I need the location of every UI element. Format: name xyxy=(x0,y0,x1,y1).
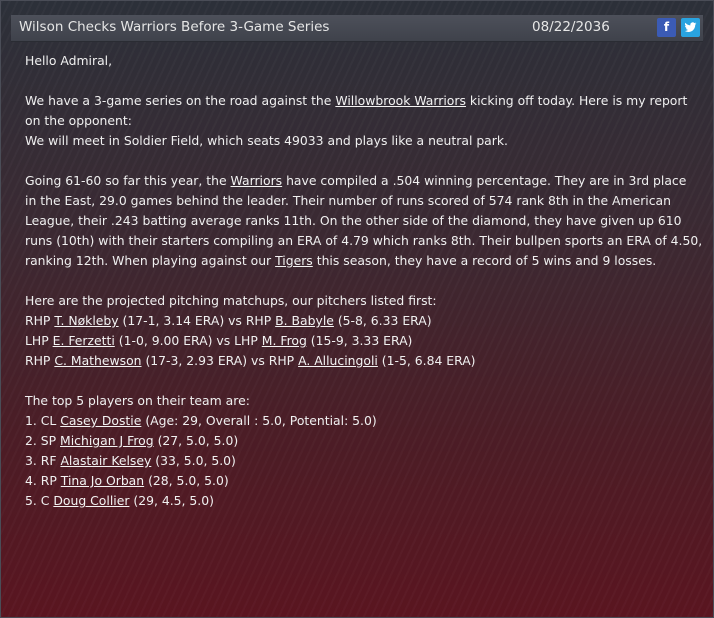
news-article-panel: Wilson Checks Warriors Before 3-Game Ser… xyxy=(0,0,714,618)
list-item: 2. SP Michigan J Frog (27, 5.0, 5.0) xyxy=(25,431,695,451)
player-link[interactable]: Tina Jo Orban xyxy=(61,473,144,488)
player-position: 4. RP xyxy=(25,473,61,488)
list-item: 5. C Doug Collier (29, 4.5, 5.0) xyxy=(25,491,695,511)
article-title: Wilson Checks Warriors Before 3-Game Ser… xyxy=(19,19,330,35)
venue-line: We will meet in Soldier Field, which sea… xyxy=(25,133,508,148)
list-item: 1. CL Casey Dostie (Age: 29, Overall : 5… xyxy=(25,411,695,431)
our-pitcher-link[interactable]: E. Ferzetti xyxy=(53,333,115,348)
player-link[interactable]: Doug Collier xyxy=(53,493,129,508)
pitcher-hand: LHP xyxy=(25,333,53,348)
twitter-bird-glyph xyxy=(684,22,697,32)
record-text-after: have compiled a .504 winning percentage.… xyxy=(282,173,687,188)
player-position: 2. SP xyxy=(25,433,61,448)
pitcher-hand: RHP xyxy=(25,313,55,328)
matchups-header: Here are the projected pitching matchups… xyxy=(25,293,437,308)
list-item: 3. RF Alastair Kelsey (33, 5.0, 5.0) xyxy=(25,451,695,471)
record-line-1: Going 61-60 so far this year, the Warrio… xyxy=(25,171,695,191)
player-position: 5. C xyxy=(25,493,54,508)
record-line-4: runs (10th) with their starters compilin… xyxy=(25,233,703,248)
intro-text: We have a 3-game series on the road agai… xyxy=(25,93,336,108)
record-line-2: in the East, 29.0 games behind the leade… xyxy=(25,193,672,208)
record-text: Going 61-60 so far this year, the xyxy=(25,173,231,188)
facebook-icon[interactable]: f xyxy=(657,18,676,37)
record-text: ranking 12th. When playing against our xyxy=(25,253,276,268)
opponent-pitcher-link[interactable]: M. Frog xyxy=(262,333,307,348)
our-pitcher-link[interactable]: C. Mathewson xyxy=(54,353,141,368)
player-link[interactable]: Alastair Kelsey xyxy=(60,453,151,468)
player-details: (28, 5.0, 5.0) xyxy=(144,473,229,488)
pitcher-stats: (1-5, 6.84 ERA) xyxy=(377,353,476,368)
pitcher-hand: RHP xyxy=(25,353,55,368)
article-body: Hello Admiral, We have a 3-game series o… xyxy=(25,51,703,511)
opponent-team-link[interactable]: Willowbrook Warriors xyxy=(335,93,466,108)
tigers-link[interactable]: Tigers xyxy=(275,253,313,268)
article-header: Wilson Checks Warriors Before 3-Game Ser… xyxy=(11,15,703,42)
player-position: 1. CL xyxy=(25,413,61,428)
matchup-row: RHP C. Mathewson (17-3, 2.93 ERA) vs RHP… xyxy=(25,351,695,371)
twitter-icon[interactable] xyxy=(681,18,700,37)
player-details: (29, 4.5, 5.0) xyxy=(129,493,214,508)
pitcher-stats: (5-8, 6.33 ERA) xyxy=(333,313,432,328)
record-line-3: League, their .243 batting average ranks… xyxy=(25,213,682,228)
matchup-row: RHP T. Nøkleby (17-1, 3.14 ERA) vs RHP B… xyxy=(25,311,695,331)
intro-line-2: on the opponent: xyxy=(25,113,132,128)
opponent-pitcher-link[interactable]: A. Allucingoli xyxy=(298,353,378,368)
pitcher-stats: (17-1, 3.14 ERA) vs RHP xyxy=(118,313,276,328)
pitcher-stats: (1-0, 9.00 ERA) vs LHP xyxy=(114,333,262,348)
player-details: (27, 5.0, 5.0) xyxy=(153,433,239,448)
player-link[interactable]: Michigan J Frog xyxy=(60,433,154,448)
article-date: 08/22/2036 xyxy=(532,19,610,35)
player-details: (Age: 29, Overall : 5.0, Potential: 5.0) xyxy=(141,413,377,428)
opponent-pitcher-link[interactable]: B. Babyle xyxy=(275,313,334,328)
record-text-after: this season, they have a record of 5 win… xyxy=(312,253,657,268)
matchup-row: LHP E. Ferzetti (1-0, 9.00 ERA) vs LHP M… xyxy=(25,331,695,351)
intro-line-1: We have a 3-game series on the road agai… xyxy=(25,91,695,111)
warriors-link[interactable]: Warriors xyxy=(231,173,283,188)
player-details: (33, 5.0, 5.0) xyxy=(151,453,236,468)
list-item: 4. RP Tina Jo Orban (28, 5.0, 5.0) xyxy=(25,471,695,491)
top-players-header: The top 5 players on their team are: xyxy=(25,393,250,408)
matchups-list: RHP T. Nøkleby (17-1, 3.14 ERA) vs RHP B… xyxy=(25,311,695,371)
our-pitcher-link[interactable]: T. Nøkleby xyxy=(54,313,118,328)
player-link[interactable]: Casey Dostie xyxy=(60,413,141,428)
player-position: 3. RF xyxy=(25,453,61,468)
pitcher-stats: (17-3, 2.93 ERA) vs RHP xyxy=(141,353,299,368)
intro-text-after: kicking off today. Here is my report xyxy=(465,93,688,108)
top-players-list: 1. CL Casey Dostie (Age: 29, Overall : 5… xyxy=(25,411,695,511)
pitcher-stats: (15-9, 3.33 ERA) xyxy=(306,333,413,348)
greeting: Hello Admiral, xyxy=(25,53,113,68)
record-line-5: ranking 12th. When playing against our T… xyxy=(25,251,695,271)
